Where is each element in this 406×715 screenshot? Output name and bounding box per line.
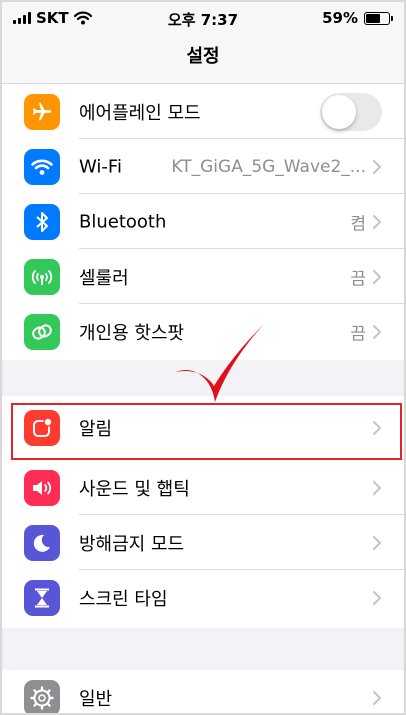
wifi-label: Wi-Fi [79, 156, 122, 177]
do-not-disturb-row[interactable]: 방해금지 모드 [2, 515, 404, 570]
chevron-right-icon [373, 421, 381, 435]
screen-time-label: 스크린 타임 [79, 588, 168, 610]
airplane-mode-row[interactable]: 에어플레인 모드 [2, 84, 404, 139]
screen-time-row[interactable]: 스크린 타임 [2, 570, 404, 625]
general-group: 일반 [2, 670, 404, 713]
cellular-label: 셀룰러 [79, 267, 129, 289]
do-not-disturb-label: 방해금지 모드 [79, 533, 185, 555]
general-row[interactable]: 일반 [2, 670, 404, 713]
sound-row[interactable]: 사운드 및 햅틱 [2, 460, 404, 515]
battery-icon [364, 11, 393, 25]
sound-label: 사운드 및 햅틱 [79, 478, 190, 500]
general-label: 일반 [79, 688, 113, 710]
cellular-row[interactable]: 셀룰러 끔 [2, 249, 404, 304]
chevron-right-icon [373, 159, 381, 174]
settings-screen: SKT 오후 7:37 59% 설정 에어플레인 모드 Wi-Fi KT_GiG… [0, 0, 406, 715]
hotspot-label: 개인용 핫스팟 [79, 322, 185, 344]
chevron-right-icon [373, 535, 381, 550]
notifications-icon [24, 410, 60, 446]
notifications-row[interactable]: 알림 [2, 396, 404, 460]
chevron-right-icon [373, 214, 381, 229]
status-bar: SKT 오후 7:37 59% [2, 2, 404, 36]
bluetooth-value: 켬 [350, 214, 366, 234]
gear-icon [24, 679, 60, 713]
hotspot-value: 끔 [350, 324, 366, 344]
hotspot-row[interactable]: 개인용 핫스팟 끔 [2, 304, 404, 359]
wifi-network-value: KT_GiGA_5G_Wave2_... [171, 156, 366, 177]
moon-icon [24, 524, 60, 561]
connectivity-group: 에어플레인 모드 Wi-Fi KT_GiGA_5G_Wave2_... Blue… [2, 84, 404, 360]
hotspot-icon [24, 313, 60, 350]
wifi-icon [24, 148, 60, 185]
airplane-icon [24, 93, 60, 130]
chevron-right-icon [373, 690, 381, 705]
notifications-label: 알림 [79, 419, 113, 440]
airplane-mode-label: 에어플레인 모드 [79, 102, 201, 124]
chevron-right-icon [373, 324, 381, 339]
airplane-mode-toggle[interactable] [320, 92, 382, 131]
chevron-right-icon [373, 590, 381, 605]
chevron-right-icon [373, 480, 381, 495]
nav-title: 설정 [2, 36, 404, 84]
bluetooth-icon [24, 203, 60, 240]
battery-percent: 59% [322, 9, 358, 27]
cellular-value: 끔 [350, 269, 366, 289]
sound-icon [24, 469, 60, 506]
notifications-group: 알림 사운드 및 햅틱 방해금지 모드 스크린 타임 [2, 396, 404, 628]
wifi-row[interactable]: Wi-Fi KT_GiGA_5G_Wave2_... [2, 139, 404, 194]
chevron-right-icon [373, 269, 381, 284]
hourglass-icon [24, 579, 60, 616]
cellular-icon [24, 258, 60, 295]
bluetooth-label: Bluetooth [79, 211, 167, 232]
bluetooth-row[interactable]: Bluetooth 켬 [2, 194, 404, 249]
